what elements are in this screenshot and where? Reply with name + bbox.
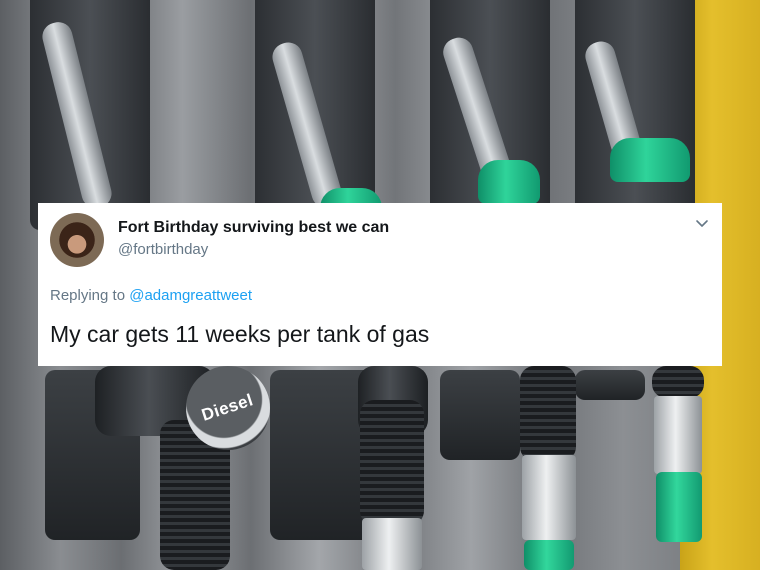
- tweet-text: My car gets 11 weeks per tank of gas: [50, 321, 430, 347]
- green-band: [524, 540, 574, 570]
- green-cap: [478, 160, 540, 204]
- replying-to-link[interactable]: @adamgreattweet: [129, 287, 252, 304]
- green-cap: [610, 138, 690, 182]
- nozzle-grip: [652, 366, 704, 398]
- avatar[interactable]: [50, 213, 104, 267]
- nozzle-collar: [654, 396, 702, 474]
- diesel-label: Diesel: [199, 390, 257, 425]
- diesel-label-badge: Diesel: [186, 366, 270, 450]
- green-band: [656, 472, 702, 542]
- nozzle-collar: [522, 455, 576, 540]
- nozzle-collar: [362, 518, 422, 570]
- nozzle-holster: [575, 370, 645, 400]
- replying-to: Replying to @adamgreattweet: [50, 287, 252, 304]
- pump-slot: [575, 0, 695, 230]
- chevron-down-icon[interactable]: [694, 215, 710, 231]
- display-name[interactable]: Fort Birthday surviving best we can: [118, 219, 389, 237]
- nozzle-grip: [520, 366, 576, 461]
- user-handle[interactable]: @fortbirthday: [118, 241, 208, 258]
- replying-prefix: Replying to: [50, 287, 130, 304]
- tweet-card: Fort Birthday surviving best we can @for…: [38, 203, 722, 366]
- nozzle-holster: [440, 370, 520, 460]
- nozzle-grip: [360, 400, 424, 525]
